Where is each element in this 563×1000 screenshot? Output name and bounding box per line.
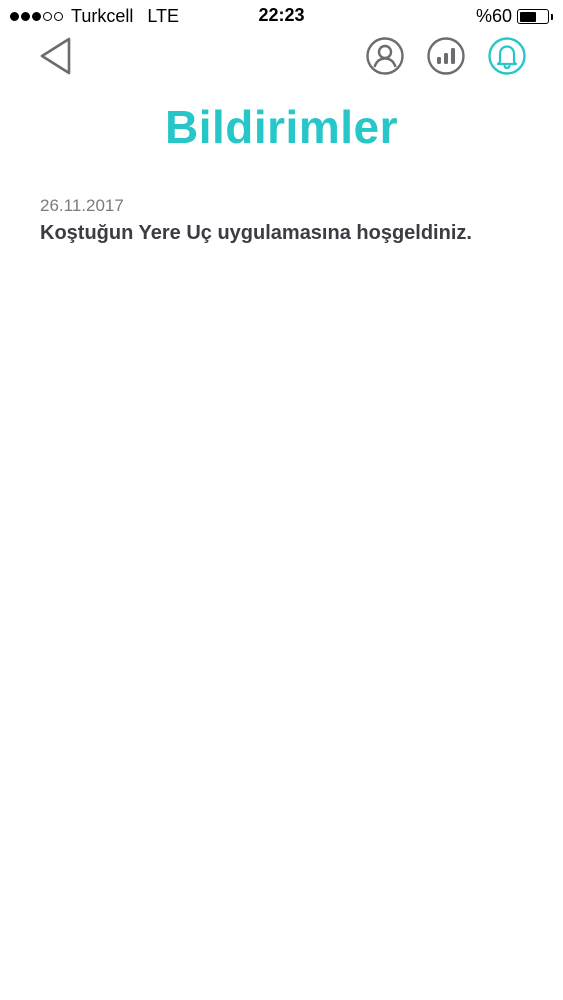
battery-percent: %60 (475, 6, 512, 26)
notification-message: Koştuğun Yere Uç uygulamasına hoşgeldini… (40, 222, 472, 244)
nav-bar (0, 32, 563, 80)
nav-icons (365, 36, 527, 76)
battery-tip (551, 13, 553, 20)
notification-bell-icon (488, 37, 526, 75)
notifications-button[interactable] (487, 36, 527, 76)
back-triangle-icon (40, 37, 71, 75)
notification-list: 26.11.2017 Koştuğun Yere Uç uygulamasına… (40, 196, 543, 265)
battery-fill (519, 11, 536, 22)
back-button[interactable] (38, 36, 74, 76)
notification-date: 26.11.2017 (40, 196, 124, 215)
profile-button[interactable] (365, 36, 405, 76)
stats-button[interactable] (426, 36, 466, 76)
notification-item[interactable]: 26.11.2017 Koştuğun Yere Uç uygulamasına… (40, 196, 543, 245)
page-title: Bildirimler (164, 101, 398, 153)
profile-icon (366, 37, 404, 75)
status-bar: Turkcell LTE 22:23 %60 (0, 0, 563, 32)
status-right: %60 (476, 6, 553, 27)
battery-icon (517, 9, 549, 24)
stats-icon (427, 37, 465, 75)
